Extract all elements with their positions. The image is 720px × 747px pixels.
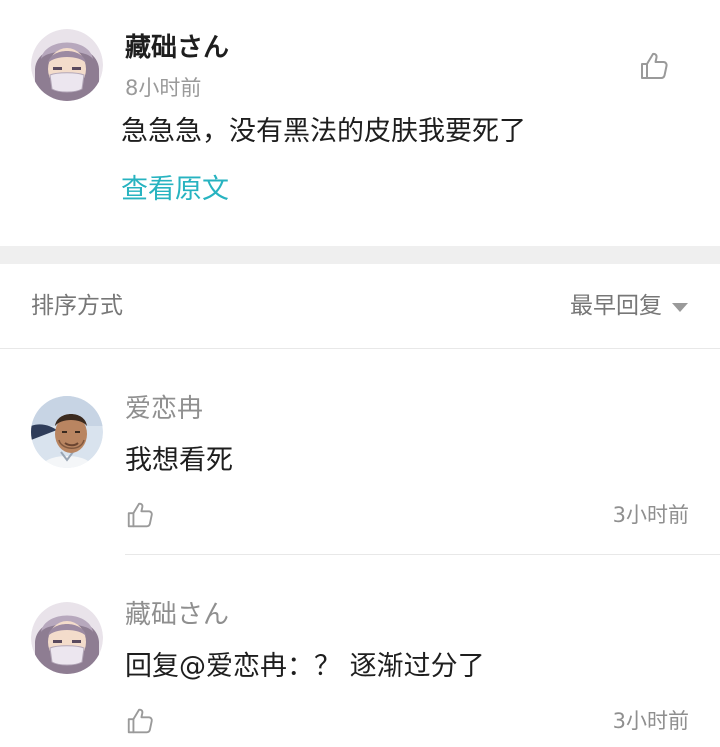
anime-character-avatar-icon <box>31 602 103 674</box>
view-original-link[interactable]: 查看原文 <box>121 170 229 210</box>
post-avatar[interactable] <box>31 29 103 101</box>
reply-item: 藏础さん 回复@爱恋冉：？ 逐渐过分了 3小时前 <box>0 555 720 747</box>
reply-item: 爱恋冉 我想看死 3小时前 <box>0 349 720 555</box>
anime-character-avatar-icon <box>31 29 103 101</box>
reply-time: 3小时前 <box>612 709 689 733</box>
reply-username[interactable]: 爱恋冉 <box>125 392 203 426</box>
reply-time: 3小时前 <box>612 503 689 527</box>
thumbs-up-icon <box>127 502 153 528</box>
sort-label: 排序方式 <box>31 293 123 319</box>
reply-username[interactable]: 藏础さん <box>125 598 229 632</box>
thumbs-up-icon <box>127 708 153 734</box>
reply-text: ：？ 逐渐过分了 <box>287 651 485 682</box>
person-photo-avatar-icon <box>31 396 103 468</box>
post-like-button[interactable] <box>638 50 670 82</box>
reply-like-button[interactable] <box>125 706 155 736</box>
reply-like-button[interactable] <box>125 500 155 530</box>
reply-avatar[interactable] <box>31 602 103 674</box>
sort-selected-value: 最早回复 <box>570 293 662 319</box>
reply-prefix: 回复 <box>125 651 179 682</box>
post-username[interactable]: 藏础さん <box>125 31 229 65</box>
post-time: 8小时前 <box>125 76 202 100</box>
post-content: 急急急，没有黑法的皮肤我要死了 <box>121 116 526 147</box>
mention-link[interactable]: @爱恋冉 <box>179 651 287 682</box>
thumbs-up-icon <box>641 52 668 79</box>
caret-down-icon <box>672 302 688 312</box>
section-divider <box>0 246 720 264</box>
original-post: 藏础さん 8小时前 急急急，没有黑法的皮肤我要死了 查看原文 <box>0 0 720 246</box>
reply-content: 回复@爱恋冉：？ 逐渐过分了 <box>125 647 485 687</box>
reply-avatar[interactable] <box>31 396 103 468</box>
sort-dropdown[interactable]: 最早回复 <box>570 291 688 321</box>
sort-bar: 排序方式 最早回复 <box>0 264 720 349</box>
reply-content: 我想看死 <box>125 445 233 476</box>
